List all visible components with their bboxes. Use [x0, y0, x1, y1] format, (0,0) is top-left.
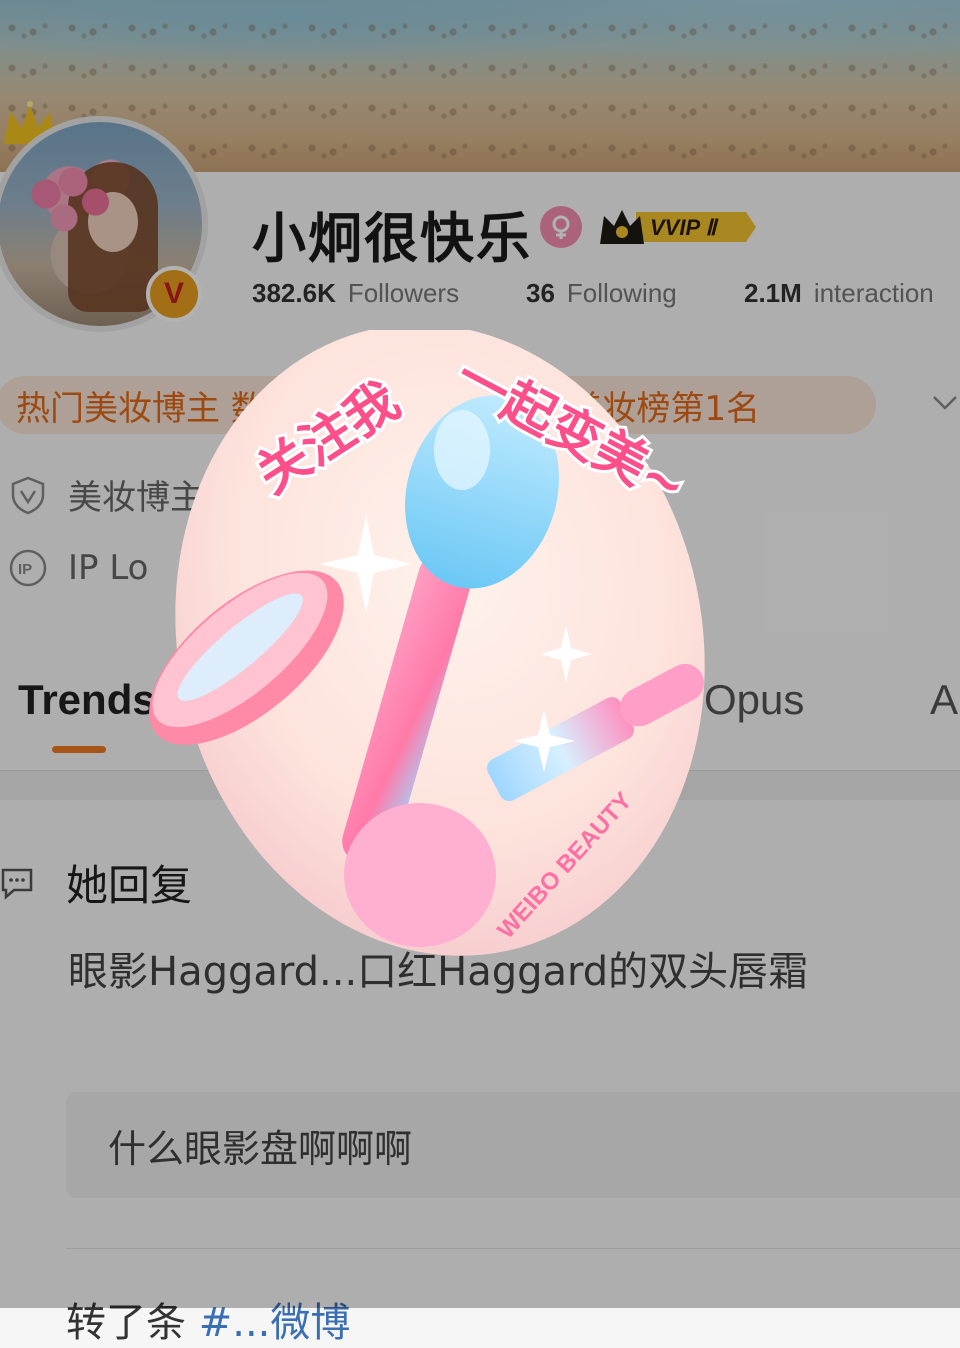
beauty-promo-popup[interactable]: 关注我 一起变美~ WEIBO BEAUTY: [130, 330, 730, 1000]
makeup-sponge-icon: [344, 803, 496, 947]
